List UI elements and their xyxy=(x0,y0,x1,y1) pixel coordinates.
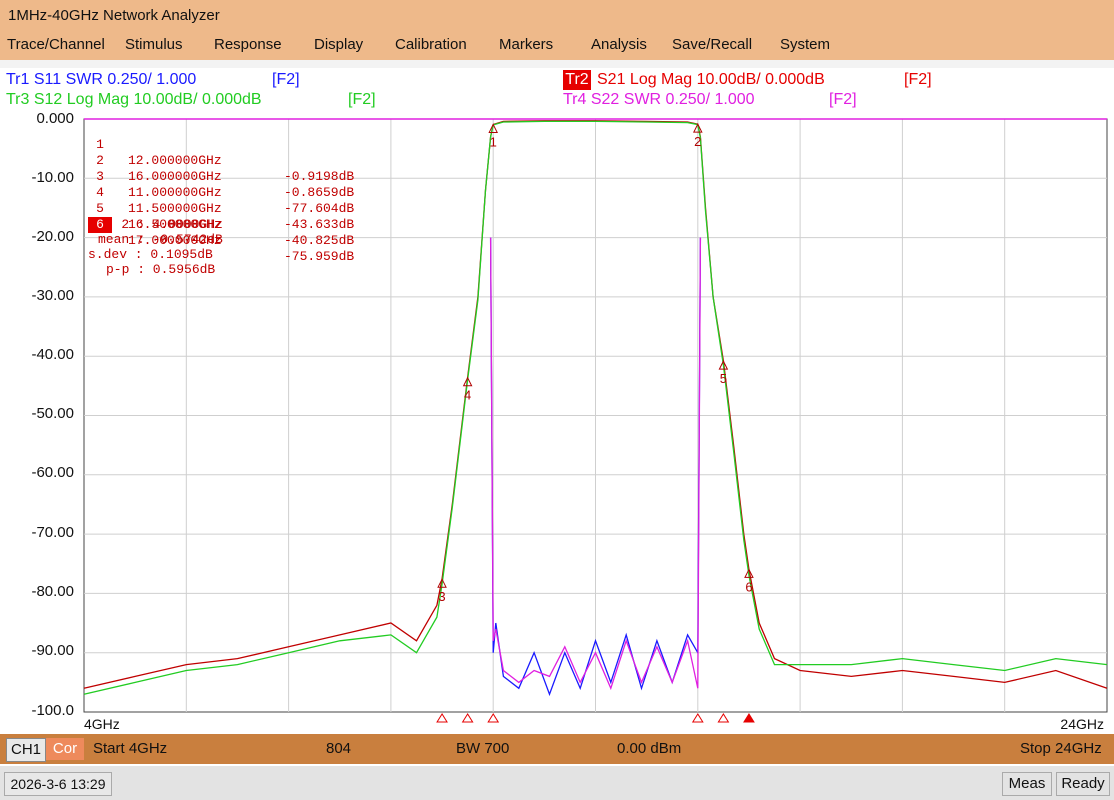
plot-grid xyxy=(83,118,1108,713)
marker-value: -40.825dB xyxy=(284,233,355,248)
marker-row[interactable]: 3 11.000000GHz -77.604dB xyxy=(88,153,354,216)
marker-glyph-label: 5 xyxy=(720,371,727,386)
sweep-points[interactable]: 804 xyxy=(326,740,351,757)
marker-value: -0.8659dB xyxy=(284,185,355,200)
marker-number-active: 6 xyxy=(88,217,112,233)
marker-row[interactable]: 5 16.500000GHz -40.825dB xyxy=(88,185,354,248)
correction-indicator[interactable]: Cor xyxy=(46,738,84,760)
marker-frequency: 16.500000GHz xyxy=(128,217,222,232)
measurement-status: Meas xyxy=(1002,772,1052,796)
x-axis-stop-label: 24GHz xyxy=(1060,716,1104,732)
marker-value: -0.9198dB xyxy=(284,169,355,184)
marker-glyph-label: 6 xyxy=(745,579,752,594)
marker-glyph-label: 1 xyxy=(490,134,497,149)
status-bar xyxy=(0,766,1114,800)
marker-glyph-label: 4 xyxy=(464,388,471,403)
marker-row[interactable]: 2 16.000000GHz -0.8659dB xyxy=(88,137,354,200)
marker-frequency: 17.000000GHz xyxy=(128,233,222,248)
x-axis-start-label: 4GHz xyxy=(84,716,120,732)
marker-axis-triangle xyxy=(436,713,448,723)
stop-frequency[interactable]: Stop 24GHz xyxy=(1020,740,1102,757)
marker-row[interactable]: 4 11.500000GHz -43.633dB xyxy=(88,169,354,232)
channel-indicator[interactable]: CH1 xyxy=(6,738,46,762)
marker-axis-triangle xyxy=(691,713,704,723)
marker-row[interactable]: 1 12.000000GHz -0.9198dB xyxy=(88,121,354,184)
marker-axis-triangle xyxy=(717,713,730,723)
marker-axis-triangle xyxy=(461,713,474,723)
marker-value: -43.633dB xyxy=(284,217,355,232)
marker-glyph-label: 2 xyxy=(694,134,701,149)
source-power[interactable]: 0.00 dBm xyxy=(617,740,681,757)
marker-readout-table: 1 12.000000GHz -0.9198dB 2 16.000000GHz … xyxy=(88,121,354,277)
ready-status: Ready xyxy=(1056,772,1110,796)
marker-axis-triangle xyxy=(487,713,500,723)
trace-plot[interactable]: 1 2 3 4 5 6 xyxy=(0,0,1114,800)
start-frequency[interactable]: Start 4GHz xyxy=(93,740,167,757)
marker-glyph-label: 3 xyxy=(438,589,445,604)
marker-value: -75.959dB xyxy=(284,249,355,264)
date-time-display: 2026-3-6 13:29 xyxy=(4,772,112,796)
if-bandwidth[interactable]: BW 700 xyxy=(456,740,509,757)
marker-value: -77.604dB xyxy=(284,201,355,216)
marker-axis-triangle xyxy=(743,713,755,723)
marker-row-active[interactable]: 6 17.000000GHz -75.959dB xyxy=(88,201,354,264)
